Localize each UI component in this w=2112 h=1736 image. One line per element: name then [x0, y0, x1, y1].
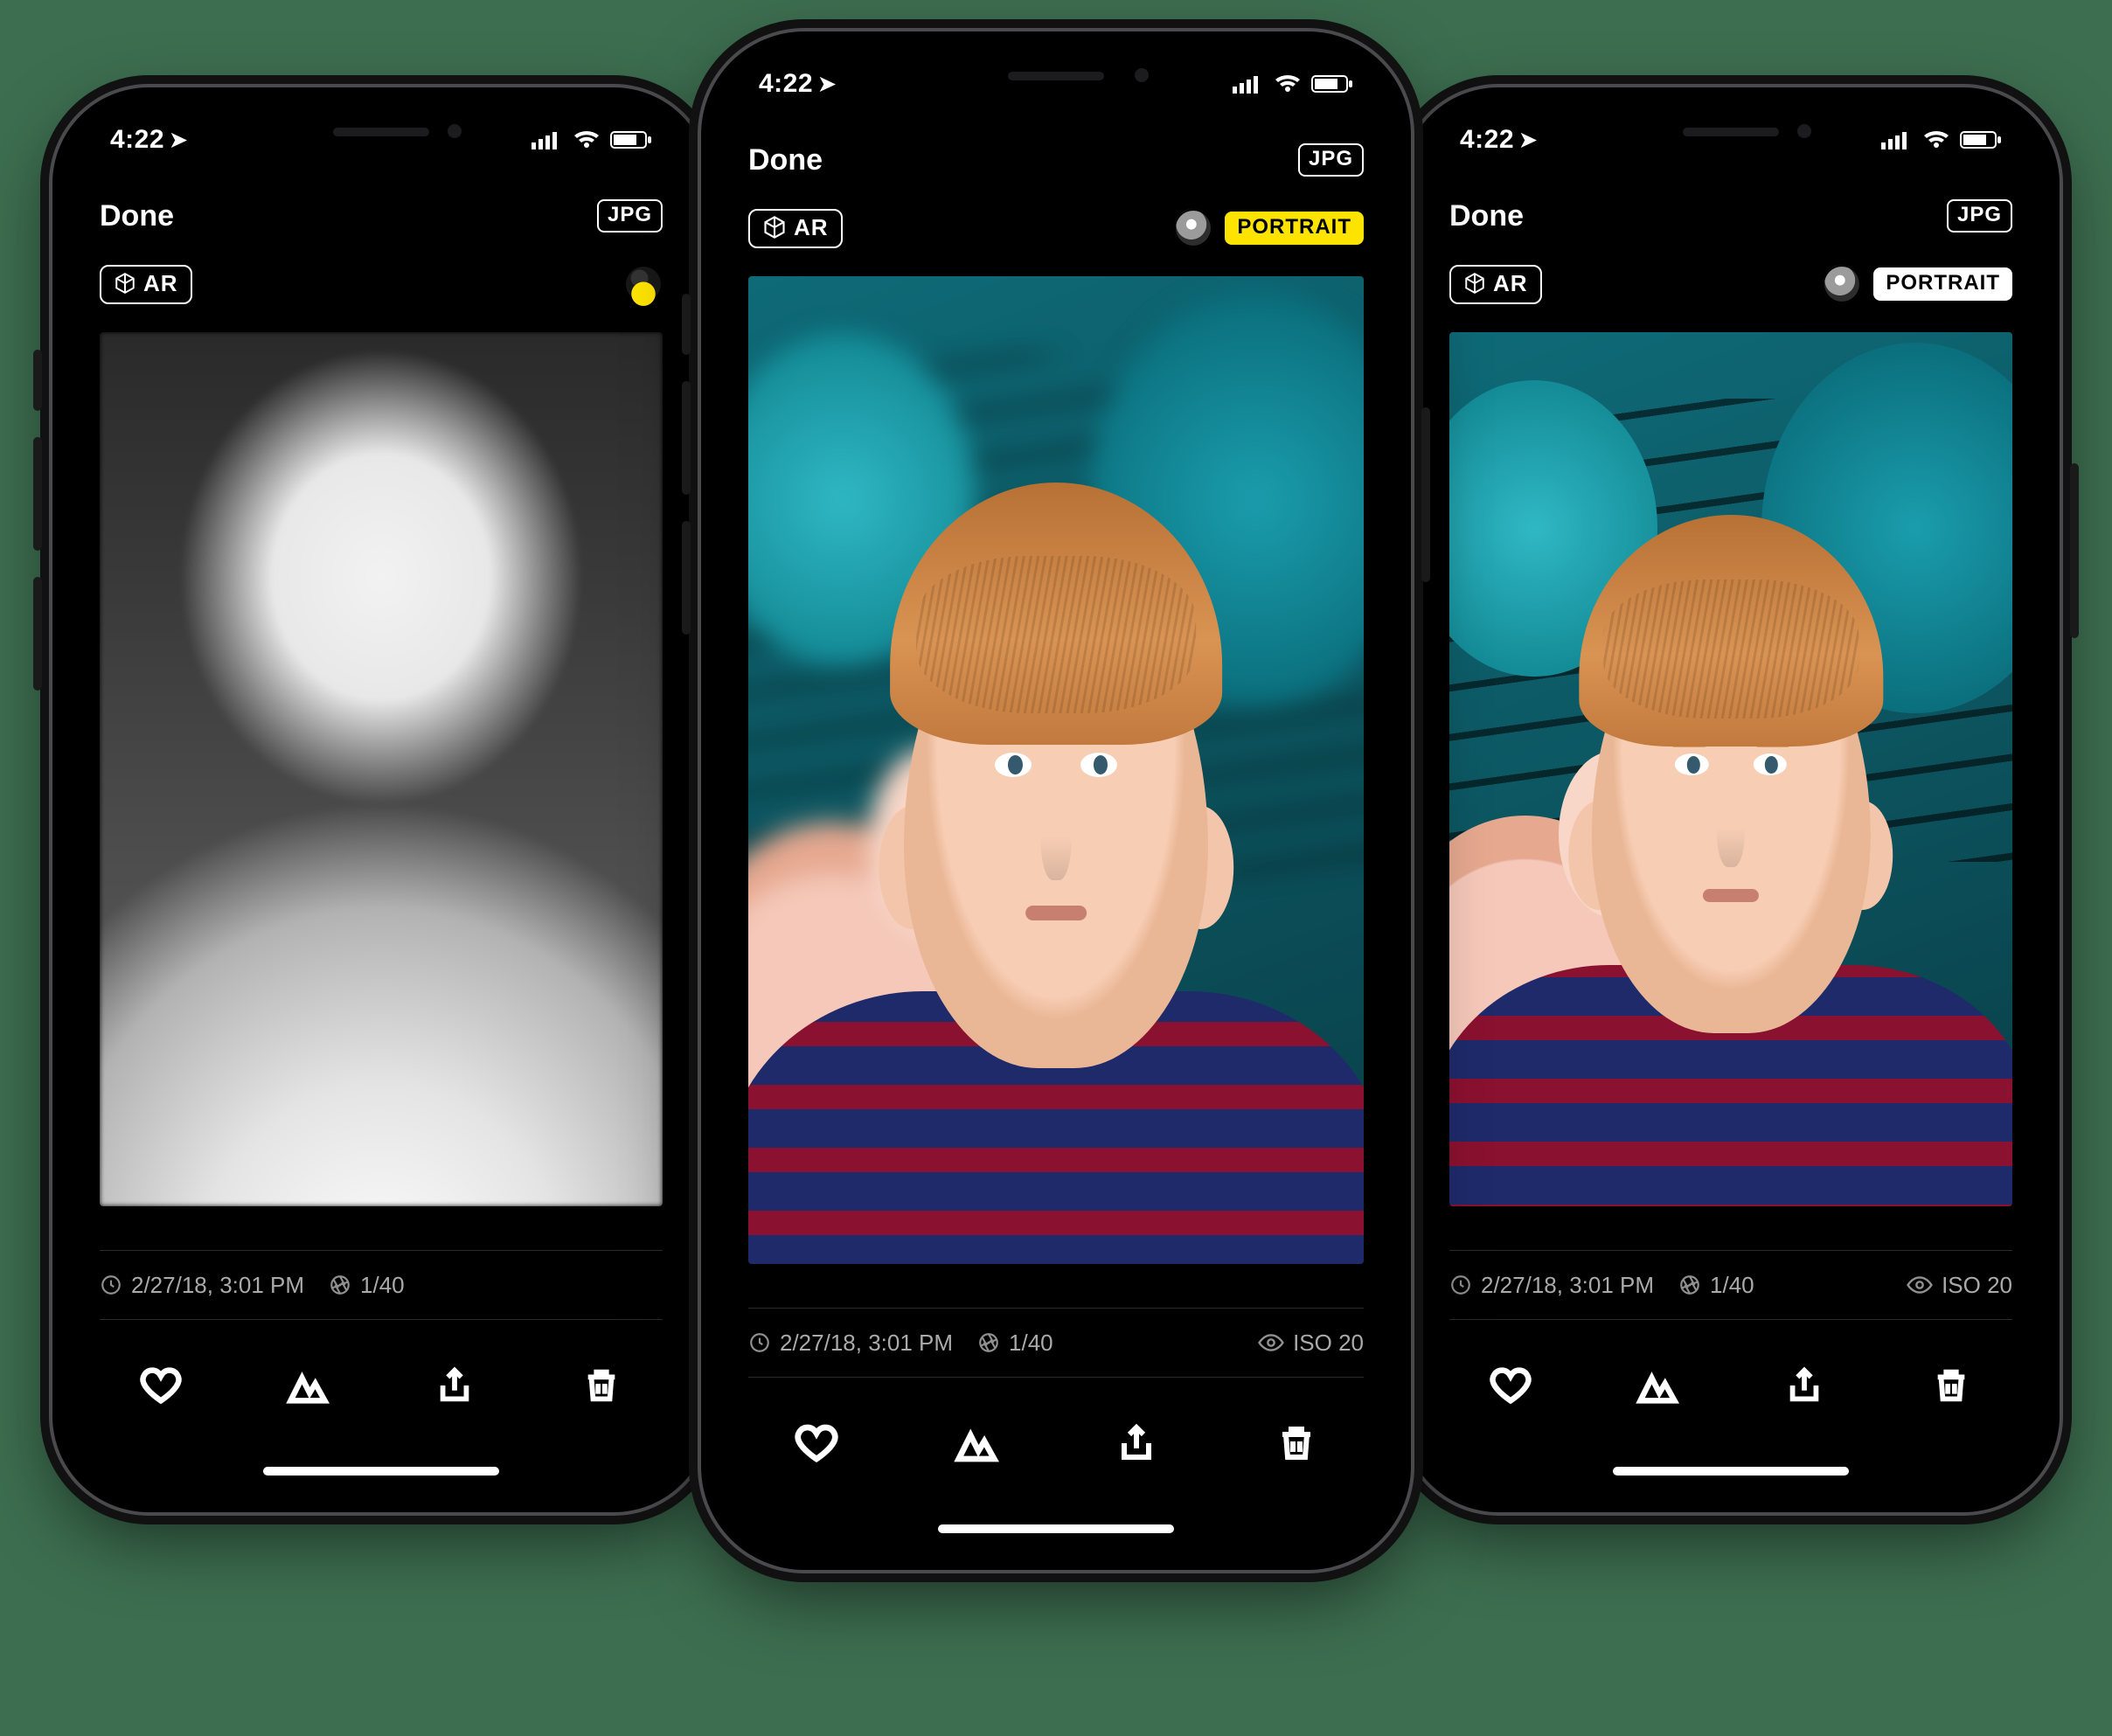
battery-icon: [610, 130, 652, 149]
edit-button[interactable]: [948, 1415, 1004, 1471]
metadata-bar: 2/27/18, 3:01 PM 1/40 ISO 20: [1449, 1250, 2012, 1320]
metadata-bar: 2/27/18, 3:01 PM 1/40 ISO 20: [748, 1308, 1364, 1378]
meta-datetime: 2/27/18, 3:01 PM: [780, 1330, 953, 1357]
ar-cube-icon: [762, 215, 787, 240]
meta-exposure: 1/40: [360, 1272, 405, 1299]
phone-center: 4:22➤ Done JPG AR PORTRAIT: [701, 31, 1411, 1570]
edit-button[interactable]: [1629, 1358, 1685, 1413]
wifi-icon: [1923, 130, 1949, 149]
share-button[interactable]: [427, 1358, 483, 1413]
ar-button[interactable]: AR: [1449, 265, 1542, 304]
ar-label: AR: [143, 270, 178, 297]
location-arrow-icon: ➤: [1519, 128, 1538, 153]
meta-datetime: 2/27/18, 3:01 PM: [1481, 1272, 1654, 1299]
aperture-icon: [1678, 1274, 1701, 1296]
ar-cube-icon: [114, 272, 136, 295]
photo-original: [1449, 332, 2012, 1206]
clock-icon: [748, 1331, 771, 1354]
depth-toggle[interactable]: [1823, 265, 1861, 303]
notch: [1575, 105, 1886, 156]
metadata-bar: 2/27/18, 3:01 PM 1/40: [100, 1250, 663, 1320]
status-time: 4:22: [759, 69, 813, 99]
format-badge[interactable]: JPG: [1947, 199, 2012, 233]
meta-exposure: 1/40: [1009, 1330, 1053, 1357]
done-button[interactable]: Done: [100, 199, 174, 233]
battery-icon: [1960, 130, 2002, 149]
status-time: 4:22: [1460, 125, 1514, 155]
meta-datetime: 2/27/18, 3:01 PM: [131, 1272, 304, 1299]
format-badge[interactable]: JPG: [597, 199, 663, 233]
favorite-button[interactable]: [1483, 1358, 1539, 1413]
portrait-badge[interactable]: PORTRAIT: [1873, 267, 2012, 301]
done-button[interactable]: Done: [748, 143, 823, 177]
battery-icon: [1311, 74, 1353, 94]
share-button[interactable]: [1108, 1415, 1164, 1471]
wifi-icon: [1275, 74, 1301, 94]
iso-eye-icon: [1907, 1275, 1933, 1295]
delete-button[interactable]: [1268, 1415, 1324, 1471]
status-time: 4:22: [110, 125, 164, 155]
home-indicator[interactable]: [263, 1467, 499, 1476]
clock-icon: [1449, 1274, 1472, 1296]
aperture-icon: [977, 1331, 1000, 1354]
ar-label: AR: [794, 214, 829, 241]
clock-icon: [100, 1274, 122, 1296]
ar-label: AR: [1493, 270, 1528, 297]
portrait-badge[interactable]: PORTRAIT: [1225, 212, 1364, 245]
notch: [226, 105, 537, 156]
ar-button[interactable]: AR: [748, 209, 843, 248]
depth-map-image: [100, 332, 663, 1206]
home-indicator[interactable]: [938, 1524, 1174, 1533]
notch: [888, 49, 1224, 105]
done-button[interactable]: Done: [1449, 199, 1524, 233]
delete-button[interactable]: [573, 1358, 629, 1413]
photo-portrait: [748, 276, 1364, 1264]
meta-exposure: 1/40: [1710, 1272, 1754, 1299]
meta-iso: ISO 20: [1293, 1330, 1364, 1357]
format-badge[interactable]: JPG: [1298, 143, 1364, 177]
ar-cube-icon: [1463, 272, 1486, 295]
ar-button[interactable]: AR: [100, 265, 192, 304]
photo-viewport[interactable]: [748, 276, 1364, 1264]
photo-viewport[interactable]: [1449, 332, 2012, 1206]
wifi-icon: [573, 130, 600, 149]
location-arrow-icon: ➤: [818, 72, 837, 97]
iso-eye-icon: [1258, 1333, 1284, 1352]
cellular-icon: [531, 130, 563, 149]
cellular-icon: [1233, 74, 1264, 94]
phone-left: 4:22➤ Done JPG AR: [52, 87, 710, 1512]
phone-right: 4:22➤ Done JPG AR PORTRAIT: [1402, 87, 2060, 1512]
favorite-button[interactable]: [133, 1358, 189, 1413]
photo-viewport[interactable]: [100, 332, 663, 1206]
depth-toggle[interactable]: [624, 265, 663, 303]
location-arrow-icon: ➤: [170, 128, 188, 153]
edit-button[interactable]: [280, 1358, 336, 1413]
meta-iso: ISO 20: [1942, 1272, 2012, 1299]
aperture-icon: [329, 1274, 351, 1296]
home-indicator[interactable]: [1613, 1467, 1849, 1476]
depth-toggle[interactable]: [1174, 209, 1212, 247]
favorite-button[interactable]: [789, 1415, 844, 1471]
delete-button[interactable]: [1923, 1358, 1979, 1413]
share-button[interactable]: [1776, 1358, 1832, 1413]
cellular-icon: [1881, 130, 1913, 149]
